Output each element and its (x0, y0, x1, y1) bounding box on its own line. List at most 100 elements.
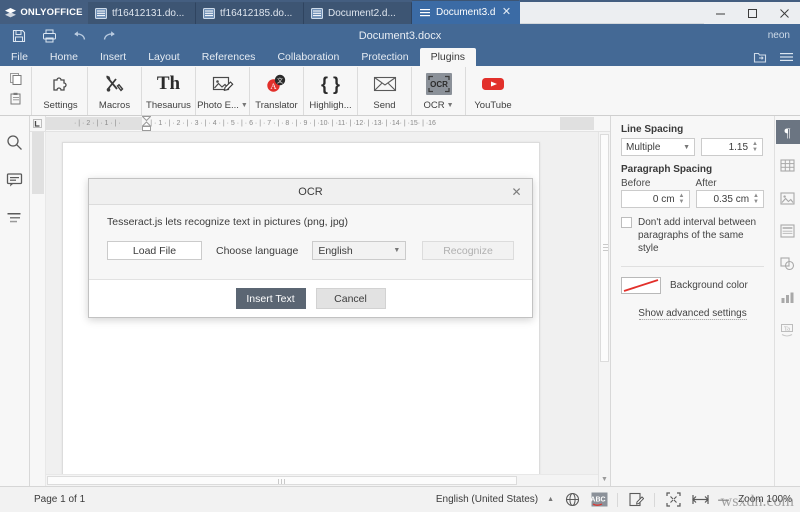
onlyoffice-logo-icon (5, 7, 17, 17)
insert-text-button[interactable]: Insert Text (235, 288, 306, 309)
load-file-button[interactable]: Load File (107, 241, 202, 260)
chart-settings-icon[interactable] (776, 285, 800, 309)
panel-divider (621, 266, 764, 267)
vertical-ruler[interactable] (30, 132, 46, 486)
menu-item-collaboration[interactable]: Collaboration (266, 48, 350, 66)
no-interval-checkbox[interactable] (621, 217, 632, 228)
plugin-translator[interactable]: A文 Translator (250, 66, 304, 115)
chevron-up-icon[interactable]: ▲ (547, 496, 554, 503)
menu-item-file[interactable]: File (0, 48, 39, 66)
plugin-photo-editor[interactable]: Photo E... ▼ (196, 66, 250, 115)
comments-icon[interactable] (5, 170, 25, 190)
redo-icon[interactable] (94, 25, 124, 47)
background-color-row[interactable]: Background color (621, 277, 764, 294)
scroll-grip-icon (603, 244, 608, 252)
plugin-settings[interactable]: Settings (34, 66, 88, 115)
spacing-before-input[interactable]: 0 cm ▲ ▼ (621, 190, 690, 208)
ruler-track[interactable]: · | · 2 · | · 1 · | · · | · 1 · | · 2 · … (46, 116, 610, 131)
track-changes-icon[interactable] (627, 491, 645, 509)
spinner-icon[interactable]: ▲ ▼ (679, 193, 685, 205)
menu-item-references[interactable]: References (191, 48, 267, 66)
language-select[interactable]: English ▼ (312, 241, 407, 260)
document-language[interactable]: English (United States) (436, 494, 538, 505)
paragraph-settings-icon[interactable]: ¶ (775, 120, 800, 144)
close-icon[interactable]: ✕ (501, 7, 512, 18)
copy-icon[interactable] (9, 72, 23, 89)
after-label: After (695, 178, 717, 189)
maximize-button[interactable] (736, 2, 768, 24)
menu-item-insert[interactable]: Insert (89, 48, 137, 66)
doc-tab-3[interactable]: Document2.d... (304, 2, 412, 24)
fit-width-icon[interactable] (691, 491, 709, 509)
doc-tab-4-active[interactable]: Document3.d... ✕ (412, 0, 520, 24)
menu-item-home[interactable]: Home (39, 48, 89, 66)
header-right-actions (752, 48, 794, 66)
indent-marker-icon[interactable] (141, 116, 152, 131)
line-spacing-mode-select[interactable]: Multiple ▼ (621, 138, 695, 156)
doc-tab-label: tf16412131.do... (112, 8, 185, 19)
no-interval-checkbox-row[interactable]: Don't add interval between paragraphs of… (621, 216, 764, 255)
spinner-icon[interactable]: ▲ ▼ (753, 193, 759, 205)
choose-language-label: Choose language (216, 244, 299, 257)
zoom-level[interactable]: Zoom 100% (738, 494, 792, 505)
table-settings-icon[interactable] (776, 153, 800, 177)
scroll-down-icon[interactable]: ▼ (599, 473, 610, 485)
plugin-highlight-label: Highligh... (309, 99, 352, 111)
line-spacing-value-input[interactable]: 1.15 ▲ ▼ (701, 138, 763, 156)
cancel-button[interactable]: Cancel (315, 288, 386, 309)
no-interval-label: Don't add interval between paragraphs of… (638, 217, 757, 254)
background-color-swatch[interactable] (621, 277, 661, 294)
vertical-scrollbar[interactable]: ▼ (598, 132, 610, 486)
recognize-button[interactable]: Recognize (422, 241, 514, 260)
plugin-ocr[interactable]: OCR OCR ▼ (412, 66, 466, 115)
horizontal-scrollbar[interactable] (46, 474, 598, 486)
image-settings-icon[interactable] (776, 186, 800, 210)
fit-page-icon[interactable] (664, 491, 682, 509)
status-divider (654, 492, 656, 507)
brand-label: ONLYOFFICE (20, 6, 83, 18)
plugin-youtube[interactable]: YouTube (466, 67, 520, 115)
spellcheck-icon[interactable]: ABC (590, 491, 608, 509)
svg-text:ABC: ABC (591, 497, 606, 504)
zoom-out-button[interactable]: — (718, 494, 729, 506)
show-advanced-settings-link[interactable]: Show advanced settings (638, 308, 747, 320)
line-spacing-row: Multiple ▼ 1.15 ▲ ▼ (621, 138, 764, 156)
globe-icon[interactable] (563, 491, 581, 509)
plugin-send-label: Send (373, 99, 396, 111)
text-art-settings-icon[interactable]: Ta (776, 318, 800, 342)
plugin-macros[interactable]: Macros (88, 66, 142, 115)
chevron-down-icon[interactable]: ▼ (447, 102, 454, 109)
chevron-down-icon[interactable]: ▼ (241, 102, 248, 109)
horizontal-scroll-thumb[interactable] (47, 476, 517, 485)
header-footer-settings-icon[interactable] (776, 219, 800, 243)
search-icon[interactable] (5, 132, 25, 152)
horizontal-ruler[interactable]: · | · 2 · | · 1 · | · · | · 1 · | · 2 · … (30, 116, 610, 132)
print-icon[interactable] (34, 25, 64, 47)
spinner-icon[interactable]: ▲ ▼ (752, 141, 758, 153)
before-label: Before (621, 178, 651, 189)
minimize-button[interactable] (704, 2, 736, 24)
menu-item-protection[interactable]: Protection (350, 48, 419, 66)
save-icon[interactable] (4, 25, 34, 47)
vertical-scroll-thumb[interactable] (600, 134, 609, 362)
doc-tab-1[interactable]: tf16412131.do... (88, 2, 196, 24)
spacing-labels: Before After (621, 178, 764, 189)
spacing-after-input[interactable]: 0.35 cm ▲ ▼ (695, 190, 764, 208)
plugin-send[interactable]: Send (358, 66, 412, 115)
undo-icon[interactable] (64, 25, 94, 47)
close-window-button[interactable] (768, 2, 800, 24)
plugin-highlight-code[interactable]: { } Highligh... (304, 66, 358, 115)
ocr-dialog: OCR ✕ Tesseract.js lets recognize text i… (88, 178, 533, 318)
plugin-thesaurus[interactable]: Th Thesaurus (142, 66, 196, 115)
tab-stop-selector-icon[interactable] (30, 116, 46, 131)
shape-settings-icon[interactable] (776, 252, 800, 276)
open-file-location-icon[interactable] (752, 49, 768, 65)
status-divider (617, 492, 619, 507)
hamburger-menu-icon[interactable] (778, 49, 794, 65)
close-icon[interactable]: ✕ (509, 184, 524, 199)
menu-item-plugins[interactable]: Plugins (419, 48, 477, 66)
headings-icon[interactable] (5, 208, 25, 228)
doc-tab-2[interactable]: tf16412185.do... (196, 2, 304, 24)
menu-item-layout[interactable]: Layout (137, 48, 191, 66)
paste-icon[interactable] (9, 92, 23, 109)
